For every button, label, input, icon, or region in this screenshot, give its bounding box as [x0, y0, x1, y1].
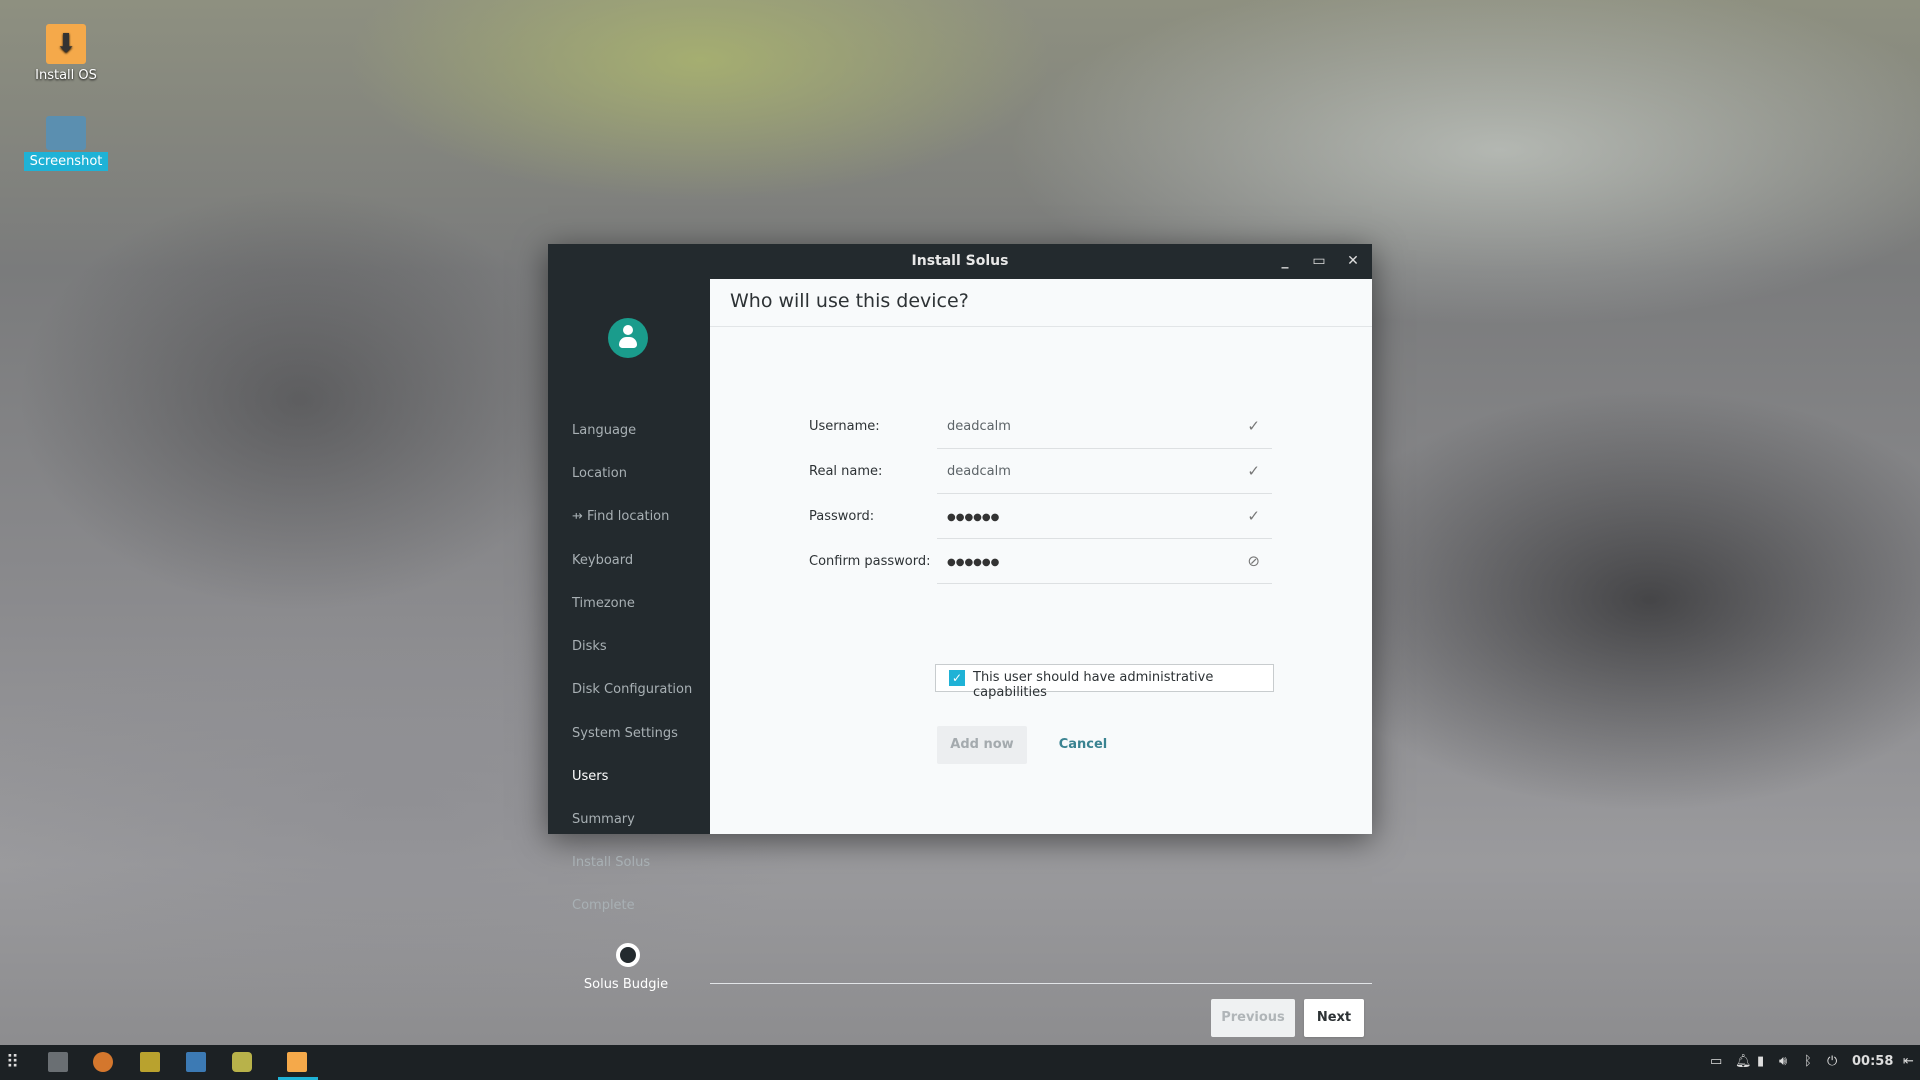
- files-icon[interactable]: [48, 1052, 68, 1072]
- username-field[interactable]: deadcalm ✓: [937, 405, 1272, 449]
- music-player-icon[interactable]: [232, 1052, 252, 1072]
- cancel-button[interactable]: Cancel: [1043, 726, 1123, 764]
- sidebar-item-system-settings[interactable]: System Settings: [572, 726, 678, 741]
- user-avatar-icon: [608, 318, 648, 358]
- admin-checkbox[interactable]: ✓ This user should have administrative ca…: [935, 664, 1274, 700]
- previous-button[interactable]: Previous: [1211, 999, 1295, 1037]
- sidebar-item-disk-configuration[interactable]: Disk Configuration: [572, 682, 692, 697]
- firefox-icon[interactable]: [93, 1052, 113, 1072]
- sidebar-item-users[interactable]: Users: [572, 769, 608, 784]
- video-player-icon[interactable]: [186, 1052, 206, 1072]
- add-now-button[interactable]: Add now: [937, 726, 1027, 764]
- edition-label: Solus Budgie: [583, 977, 669, 992]
- sidebar-item-install-solus[interactable]: Install Solus: [572, 855, 650, 870]
- check-icon: ✓: [1247, 507, 1260, 525]
- maximize-button[interactable]: ▭: [1304, 244, 1334, 279]
- taskbar: ⠿ ▭ 🔔︎ ▮ 🔊︎ ᛒ ⏻ 00:58 ⇤: [0, 1045, 1920, 1080]
- username-label: Username:: [809, 419, 880, 434]
- title-bar: Install Solus _ ▭ ✕: [548, 244, 1372, 279]
- sidebar-item-language[interactable]: Language: [572, 423, 636, 438]
- sidebar-item-timezone[interactable]: Timezone: [572, 596, 635, 611]
- solus-logo-icon: [616, 943, 640, 967]
- screenshot-icon: [46, 116, 86, 150]
- notification-bell-icon[interactable]: 🔔︎: [1735, 1054, 1752, 1069]
- next-button[interactable]: Next: [1304, 999, 1364, 1037]
- check-icon: ✓: [1247, 462, 1260, 480]
- installer-window: Install Solus _ ▭ ✕ Language Location ⇸ …: [548, 244, 1372, 1037]
- sidebar-item-location[interactable]: Location: [572, 466, 627, 481]
- sidebar-item-disks[interactable]: Disks: [572, 639, 607, 654]
- invalid-icon: ⊘: [1247, 552, 1260, 570]
- sidebar-item-summary[interactable]: Summary: [572, 812, 635, 827]
- minimize-button[interactable]: _: [1270, 244, 1300, 279]
- footer-divider: [710, 983, 1372, 984]
- clock[interactable]: 00:58: [1852, 1054, 1893, 1069]
- desktop-icon-install-os[interactable]: ⬇ Install OS: [16, 24, 116, 83]
- password-label: Password:: [809, 509, 875, 524]
- logout-icon[interactable]: ⇤: [1903, 1054, 1914, 1069]
- confirm-password-label: Confirm password:: [809, 554, 931, 569]
- confirm-password-field[interactable]: ●●●●●● ⊘: [937, 540, 1272, 584]
- installer-taskbar-icon[interactable]: [287, 1052, 307, 1072]
- power-icon[interactable]: ⏻: [1827, 1054, 1837, 1069]
- header-divider: [710, 326, 1372, 327]
- close-button[interactable]: ✕: [1338, 244, 1368, 279]
- sidebar: Language Location ⇸ Find location Keyboa…: [548, 279, 710, 992]
- password-field[interactable]: ●●●●●● ✓: [937, 495, 1272, 539]
- bluetooth-icon[interactable]: ᛒ: [1804, 1054, 1812, 1069]
- download-icon: ⬇: [46, 24, 86, 64]
- content-panel: Who will use this device? Username: dead…: [710, 279, 1372, 1037]
- real-name-label: Real name:: [809, 464, 883, 479]
- sidebar-item-complete[interactable]: Complete: [572, 898, 635, 913]
- display-icon[interactable]: ▭: [1710, 1054, 1722, 1069]
- volume-icon[interactable]: 🔊︎: [1779, 1054, 1787, 1069]
- checkbox-checked-icon: ✓: [949, 670, 965, 686]
- desktop-icon-screenshot[interactable]: Screenshot: [16, 116, 116, 171]
- check-icon: ✓: [1247, 417, 1260, 435]
- real-name-field[interactable]: deadcalm ✓: [937, 450, 1272, 494]
- window-title: Install Solus: [911, 253, 1009, 269]
- app-menu-grid-icon[interactable]: ⠿: [6, 1052, 19, 1073]
- sidebar-item-keyboard[interactable]: Keyboard: [572, 553, 633, 568]
- battery-icon[interactable]: ▮: [1757, 1054, 1764, 1069]
- page-title: Who will use this device?: [730, 290, 969, 312]
- hexchat-icon[interactable]: [140, 1052, 160, 1072]
- sidebar-item-find-location[interactable]: ⇸ Find location: [572, 509, 669, 524]
